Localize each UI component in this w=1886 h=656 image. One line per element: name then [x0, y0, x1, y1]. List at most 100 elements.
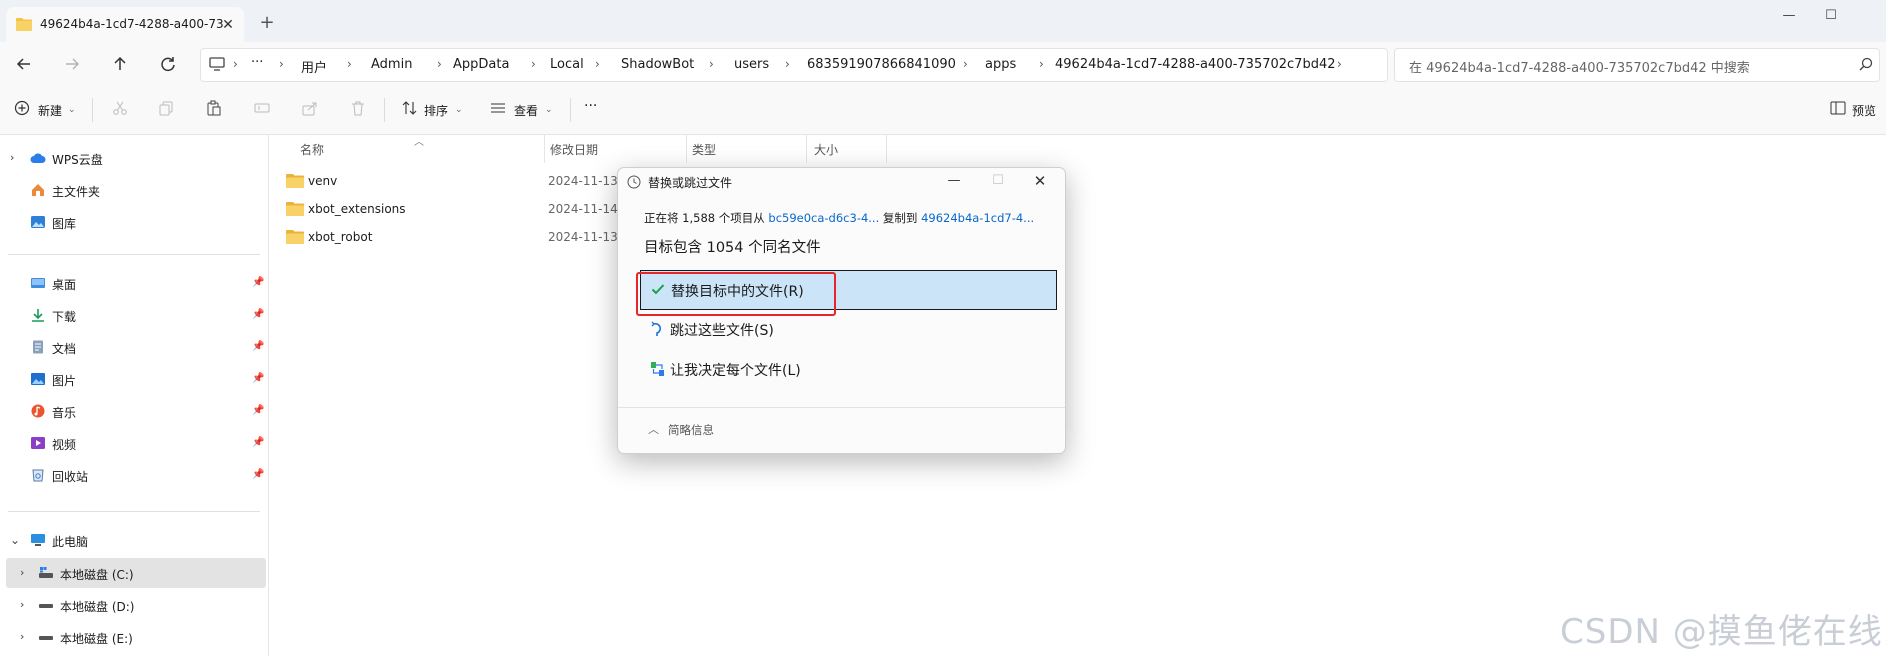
pin-icon[interactable]: 📌 — [252, 469, 264, 480]
close-button[interactable]: ✕ — [1028, 171, 1052, 191]
sidebar-item-label: 此电脑 — [52, 535, 89, 549]
new-button[interactable]: 新建 — [38, 102, 62, 119]
pin-icon[interactable]: 📌 — [252, 405, 264, 416]
sort-ascending-icon: ︿ — [414, 137, 424, 148]
breadcrumb-item[interactable]: AppData — [453, 57, 509, 72]
source-folder-link[interactable]: bc59e0ca-d6c3-4... — [768, 211, 879, 225]
more-options-button[interactable]: ··· — [584, 98, 597, 114]
maximize-button[interactable]: ☐ — [1816, 6, 1846, 26]
pin-icon[interactable]: 📌 — [252, 341, 264, 352]
cut-icon[interactable] — [112, 100, 128, 116]
column-divider[interactable] — [886, 135, 887, 163]
column-divider[interactable] — [686, 135, 687, 163]
sidebar-item-home[interactable]: 主文件夹 — [0, 175, 266, 205]
overflow-crumbs-button[interactable]: ··· — [251, 55, 263, 70]
conflict-summary: 目标包含 1054 个同名文件 — [644, 240, 821, 256]
sidebar-item-drive-c[interactable]: › 本地磁盘 (C:) — [6, 558, 266, 588]
column-header-modified[interactable]: 修改日期 — [550, 141, 598, 158]
sidebar-item-pictures[interactable]: 图片 📌 — [0, 364, 266, 394]
sidebar-item-label: 本地磁盘 (D:) — [60, 600, 135, 614]
column-header-name[interactable]: 名称 — [300, 141, 324, 158]
sidebar-item-drive-e[interactable]: › 本地磁盘 (E:) — [0, 622, 266, 652]
chevron-right-icon[interactable]: › — [20, 566, 24, 579]
pin-icon[interactable]: 📌 — [252, 437, 264, 448]
file-name: xbot_extensions — [308, 202, 406, 216]
divider — [8, 511, 260, 512]
decide-each-file-label: 让我决定每个文件(L) — [670, 363, 801, 379]
breadcrumb-item[interactable]: users — [734, 57, 769, 72]
breadcrumb-item[interactable]: 49624b4a-1cd7-4288-a400-735702c7bd42 — [1055, 57, 1336, 72]
breadcrumb-item[interactable]: ShadowBot — [621, 57, 694, 72]
forward-button[interactable] — [58, 52, 86, 76]
share-icon[interactable] — [302, 100, 318, 116]
chevron-up-icon[interactable]: ︿ — [648, 421, 659, 437]
column-header-type[interactable]: 类型 — [692, 141, 716, 158]
column-divider[interactable] — [544, 135, 545, 163]
minimize-button[interactable]: — — [942, 171, 966, 191]
divider — [384, 98, 385, 122]
sidebar-item-this-pc[interactable]: ⌄ 此电脑 — [0, 525, 266, 555]
sidebar-item-recycle-bin[interactable]: 回收站 📌 — [0, 460, 266, 490]
sidebar-item-videos[interactable]: 视频 📌 — [0, 428, 266, 458]
breadcrumb-item[interactable]: Admin — [371, 57, 412, 72]
sidebar-item-downloads[interactable]: 下载 📌 — [0, 300, 266, 330]
sidebar-item-label: WPS云盘 — [52, 153, 103, 167]
sidebar-item-desktop[interactable]: 桌面 📌 — [0, 268, 266, 298]
fewer-details-button[interactable]: 简略信息 — [668, 422, 714, 438]
up-button[interactable] — [106, 52, 134, 76]
sidebar-item-documents[interactable]: 文档 📌 — [0, 332, 266, 362]
dialog-title: 替换或跳过文件 — [648, 176, 733, 190]
navigation-pane: › WPS云盘 主文件夹 图库 桌面 📌 下载 📌 文档 📌 图片 📌 音乐 📌… — [0, 135, 268, 656]
folder-icon — [286, 201, 304, 216]
sidebar-item-wps-cloud[interactable]: › WPS云盘 — [0, 143, 266, 173]
sort-button[interactable]: 排序 — [424, 102, 448, 119]
pin-icon[interactable]: 📌 — [252, 277, 264, 288]
folder-icon — [286, 229, 304, 244]
chevron-right-icon: › — [347, 57, 352, 71]
skip-arrow-icon — [650, 321, 664, 337]
dialog-footer: ︿ 简略信息 — [618, 407, 1065, 454]
column-divider[interactable] — [806, 135, 807, 163]
sidebar-item-drive-d[interactable]: › 本地磁盘 (D:) — [0, 590, 266, 620]
minimize-button[interactable]: — — [1774, 6, 1804, 26]
view-button[interactable]: 查看 — [514, 102, 538, 119]
chevron-down-icon[interactable]: ⌄ — [10, 533, 20, 547]
delete-icon[interactable] — [350, 100, 366, 116]
tab-active[interactable]: 49624b4a-1cd7-4288-a400-73 ✕ — [6, 7, 244, 42]
rename-icon[interactable] — [254, 100, 270, 116]
breadcrumb-item[interactable]: Local — [550, 57, 584, 72]
divider — [570, 98, 571, 122]
refresh-button[interactable] — [154, 52, 182, 76]
breadcrumb-item[interactable]: apps — [985, 57, 1016, 72]
decide-each-file-option[interactable]: 让我决定每个文件(L) — [640, 350, 1055, 388]
back-button[interactable] — [10, 52, 38, 76]
preview-button[interactable]: 预览 — [1852, 102, 1876, 119]
tab-title: 49624b4a-1cd7-4288-a400-73 — [40, 17, 224, 31]
column-header-size[interactable]: 大小 — [814, 141, 838, 158]
chevron-right-icon: › — [437, 57, 442, 71]
file-date: 2024-11-13 — [548, 230, 618, 244]
sidebar-item-gallery[interactable]: 图库 — [0, 207, 266, 237]
desktop-icon — [30, 276, 46, 290]
chevron-right-icon[interactable]: › — [10, 151, 14, 164]
breadcrumb-item[interactable]: 用户 — [301, 57, 327, 76]
address-bar[interactable]: › ··· › 用户 › Admin › AppData › Local › S… — [200, 48, 1388, 82]
pin-icon[interactable]: 📌 — [252, 373, 264, 384]
copy-icon[interactable] — [158, 100, 174, 116]
gallery-icon — [30, 215, 46, 229]
copy-status-mid: 复制到 — [882, 211, 918, 225]
pin-icon[interactable]: 📌 — [252, 309, 264, 320]
search-input[interactable]: 在 49624b4a-1cd7-4288-a400-735702c7bd42 中… — [1394, 48, 1880, 82]
paste-icon[interactable] — [206, 100, 222, 116]
chevron-right-icon: › — [963, 57, 968, 71]
divider — [8, 254, 260, 255]
close-tab-icon[interactable]: ✕ — [218, 15, 238, 35]
destination-folder-link[interactable]: 49624b4a-1cd7-4... — [921, 211, 1034, 225]
chevron-right-icon[interactable]: › — [20, 598, 24, 611]
new-tab-button[interactable]: + — [256, 12, 278, 34]
pane-divider[interactable] — [268, 135, 269, 656]
sidebar-item-music[interactable]: 音乐 📌 — [0, 396, 266, 426]
file-name: xbot_robot — [308, 230, 373, 244]
chevron-right-icon[interactable]: › — [20, 630, 24, 643]
breadcrumb-item[interactable]: 683591907866841090 — [807, 57, 956, 72]
